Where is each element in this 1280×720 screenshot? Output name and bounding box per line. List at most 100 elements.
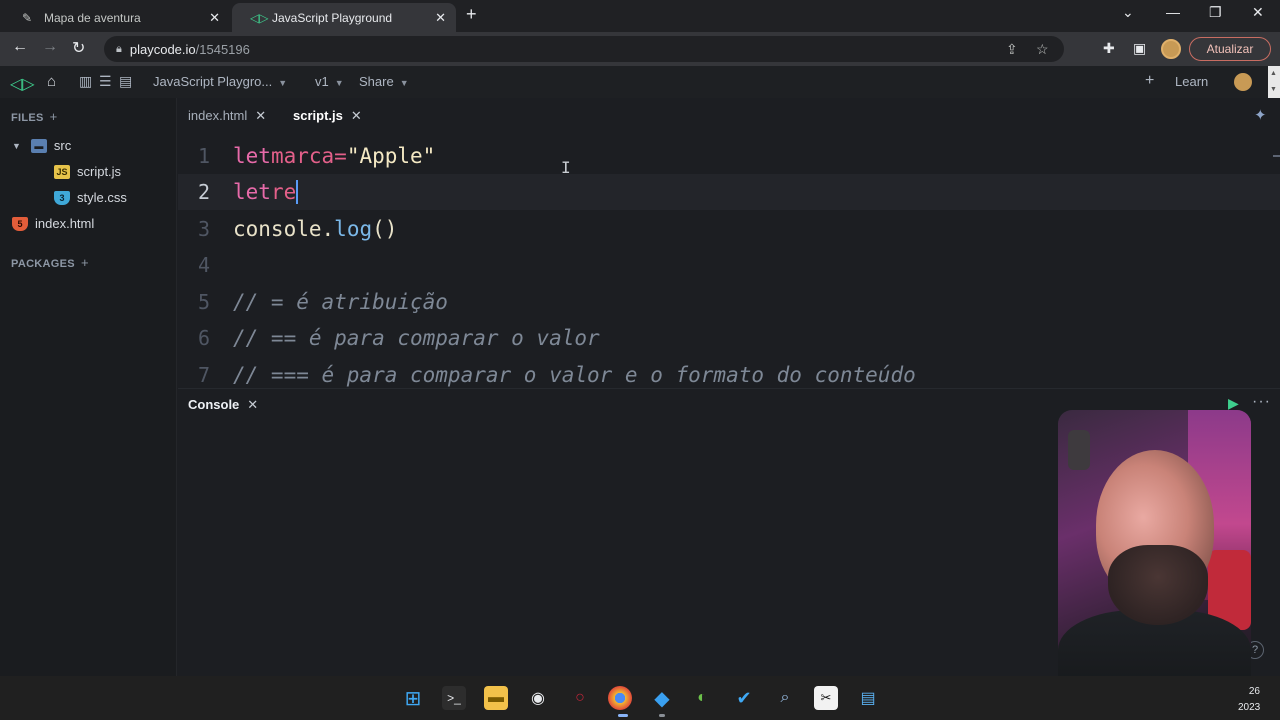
back-icon[interactable]: ← <box>12 38 28 56</box>
code-line[interactable]: 3 console. log() <box>178 211 1280 247</box>
browser-tab-playground[interactable]: ◁▷ JavaScript Playground ✕ <box>232 3 456 32</box>
bookmark-star-icon[interactable]: ☆ <box>1036 41 1049 58</box>
version-dropdown[interactable]: v1 ▼ <box>315 74 344 89</box>
function-name: log <box>334 217 373 241</box>
close-tab-icon[interactable]: ✕ <box>209 10 220 26</box>
code-line[interactable]: 4 <box>178 247 1280 283</box>
project-title-dropdown[interactable]: JavaScript Playgro... ▼ <box>153 74 287 89</box>
code-line[interactable]: 7 // === é para comparar o valor e o form… <box>178 357 1280 387</box>
url-bar[interactable]: 🔒︎ playcode.io/1545196 ⇪ ☆ <box>104 36 1064 62</box>
folder-icon: ▬ <box>30 138 47 153</box>
update-button[interactable]: Atualizar <box>1189 37 1271 61</box>
scroll-up-icon[interactable]: ▲ <box>1270 70 1277 77</box>
ai-sparkle-icon[interactable]: ✦ <box>1254 106 1267 124</box>
terminal-icon[interactable]: >_ <box>442 686 466 710</box>
js-file-icon: JS <box>54 164 70 179</box>
line-number: 6 <box>197 326 210 350</box>
url-path: /1545196 <box>195 41 250 57</box>
identifier: re <box>270 180 297 204</box>
windows-start-icon[interactable]: ⊞ <box>401 686 425 710</box>
tab-label: script.js <box>293 108 343 123</box>
tab-script-js[interactable]: script.js ✕ <box>293 108 362 124</box>
close-icon[interactable]: ✕ <box>247 397 258 412</box>
comment: // = é atribuição <box>233 290 448 314</box>
capcut-icon[interactable]: ✂ <box>814 686 838 710</box>
user-avatar[interactable] <box>1234 73 1252 91</box>
profile-avatar[interactable] <box>1161 39 1181 59</box>
snipping-tool-icon[interactable]: ⌕ <box>773 686 797 710</box>
extensions-puzzle-icon[interactable]: ✚ <box>1103 40 1115 57</box>
playcode-logo-icon[interactable]: ◁▷ <box>10 74 35 94</box>
packages-label: PACKAGES <box>11 258 75 270</box>
add-package-icon[interactable]: + <box>81 255 89 270</box>
close-icon[interactable]: ✕ <box>255 108 266 123</box>
line-number: 7 <box>197 363 210 387</box>
tab-label: JavaScript Playground <box>272 10 393 25</box>
version-label: v1 <box>315 74 329 89</box>
code-line[interactable]: 6 // == é para comparar o valor <box>178 320 1280 356</box>
new-tab-icon[interactable]: + <box>466 4 477 25</box>
maximize-icon[interactable]: ❐ <box>1209 4 1222 21</box>
lock-icon: 🔒︎ <box>116 42 122 55</box>
share-page-icon[interactable]: ⇪ <box>1006 41 1018 58</box>
minimize-icon[interactable]: — <box>1166 4 1180 20</box>
webcam-overlay <box>1058 410 1251 710</box>
layout-split-icon[interactable]: ▤ <box>119 73 132 90</box>
learn-link[interactable]: Learn <box>1175 74 1208 89</box>
text-cursor <box>296 180 299 204</box>
notepad-icon[interactable]: ▤ <box>856 686 880 710</box>
tab-index-html[interactable]: index.html ✕ <box>188 108 266 124</box>
more-options-icon[interactable]: ··· <box>1252 393 1271 411</box>
system-clock[interactable]: 26 2023 <box>1238 684 1260 716</box>
comment: // == é para comparar o valor <box>233 326 600 350</box>
editor-tabs: index.html ✕ script.js ✕ ✦ <box>178 98 1280 132</box>
add-file-icon[interactable]: + <box>50 109 58 124</box>
tree-file-index-html[interactable]: 5 index.html <box>12 216 94 231</box>
tab-console[interactable]: Console ✕ <box>188 397 258 413</box>
close-window-icon[interactable]: ✕ <box>1252 4 1264 21</box>
code-line-current[interactable]: 2 let re <box>178 174 1280 210</box>
tree-folder-src[interactable]: ▼ ▬ src <box>12 138 71 153</box>
code-line[interactable]: 5 // = é atribuição <box>178 284 1280 320</box>
app-indicator <box>659 714 665 717</box>
packages-header: PACKAGES + <box>11 255 89 270</box>
forward-icon[interactable]: → <box>42 38 58 56</box>
dot: . <box>321 217 335 241</box>
browser-tab-mapa[interactable]: ✎ Mapa de aventura ✕ <box>4 3 230 32</box>
obs-icon[interactable]: ◉ <box>526 686 550 710</box>
page-scrollbar[interactable]: ▲ ▼ <box>1268 66 1280 98</box>
active-app-indicator <box>618 714 628 717</box>
todo-check-icon[interactable]: ✔ <box>732 686 756 710</box>
reload-icon[interactable]: ↻ <box>72 38 85 58</box>
vscode-icon[interactable]: ◆ <box>650 686 674 710</box>
close-tab-icon[interactable]: ✕ <box>435 10 446 26</box>
recorder-icon[interactable]: ○ <box>568 686 592 710</box>
chrome-icon[interactable] <box>608 686 632 710</box>
close-icon[interactable]: ✕ <box>351 108 362 123</box>
chromium-app-icon[interactable]: ◐ <box>690 686 714 710</box>
playcode-header: ◁▷ ⌂ ▥ ☰ ▤ JavaScript Playgro... ▼ v1 ▼ Sh… <box>0 66 1268 98</box>
files-label: FILES <box>11 112 44 124</box>
home-icon[interactable]: ⌂ <box>47 73 56 90</box>
tree-file-style-css[interactable]: 3 style.css <box>54 190 127 205</box>
tab-search-chevron-icon[interactable]: ⌄ <box>1122 4 1134 21</box>
line-number: 1 <box>197 144 210 168</box>
add-icon[interactable]: + <box>1145 72 1154 90</box>
scroll-down-icon[interactable]: ▼ <box>1270 86 1277 93</box>
file-sidebar: FILES + ▼ ▬ src JS script.js 3 style.css … <box>0 98 177 676</box>
side-panel-icon[interactable]: ▣ <box>1133 40 1146 57</box>
tree-file-script-js[interactable]: JS script.js <box>54 164 121 179</box>
tab-label: Mapa de aventura <box>44 10 141 25</box>
file-explorer-icon[interactable]: ▬ <box>484 686 508 710</box>
pen-icon: ✎ <box>22 10 33 25</box>
project-title: JavaScript Playgro... <box>153 74 273 89</box>
keyword: let <box>233 144 271 168</box>
tab-label: index.html <box>188 108 248 123</box>
share-dropdown[interactable]: Share ▼ <box>359 74 409 89</box>
clock-year: 2023 <box>1238 702 1261 713</box>
comment: // === é para comparar o valor e o forma… <box>233 363 916 387</box>
layout-columns-icon[interactable]: ▥ <box>79 73 92 90</box>
operator: = <box>334 144 347 168</box>
layout-rows-icon[interactable]: ☰ <box>99 73 112 90</box>
code-line[interactable]: 1 let marca = "Apple" <box>178 138 1280 174</box>
